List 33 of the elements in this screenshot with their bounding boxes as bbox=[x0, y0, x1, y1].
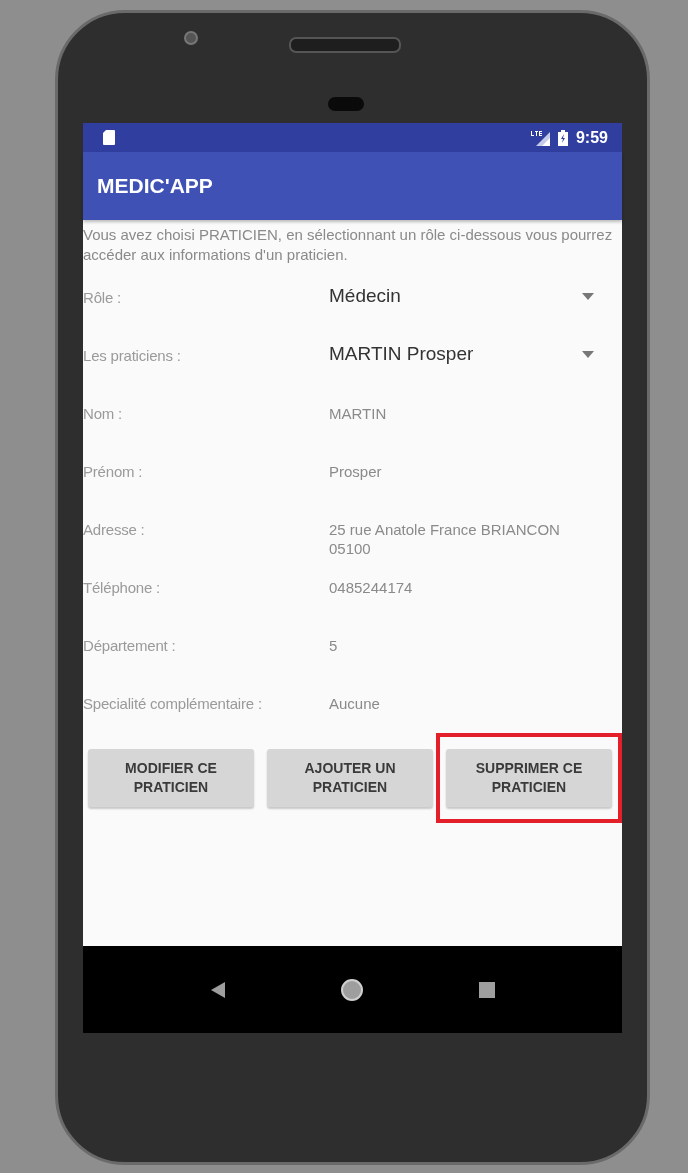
back-icon[interactable] bbox=[210, 981, 225, 998]
sensor-icon bbox=[328, 97, 364, 111]
speaker-icon bbox=[289, 37, 401, 53]
field-label: Specialité complémentaire : bbox=[83, 694, 263, 713]
dropdown-arrow-icon bbox=[582, 292, 594, 300]
field-label: Département : bbox=[83, 636, 177, 655]
field-label: Prénom : bbox=[83, 462, 144, 481]
dropdown[interactable]: Médecin bbox=[329, 284, 622, 308]
field-value: 25 rue Anatole France BRIANCON 05100 bbox=[329, 520, 561, 558]
action-button[interactable]: MODIFIER CE PRATICIEN bbox=[88, 749, 254, 807]
field-value: Prosper bbox=[329, 462, 383, 481]
field-value: Aucune bbox=[329, 694, 381, 713]
sd-card-icon bbox=[103, 130, 115, 145]
battery-icon bbox=[557, 129, 568, 146]
intro-text: Vous avez choisi PRATICIEN, en sélectionnant un rôle ci-dessous vous pourrez accéder aux informations d'un praticien. bbox=[83, 225, 614, 265]
clock: 9:59 bbox=[575, 128, 608, 147]
signal-icon bbox=[529, 129, 550, 146]
field-label: Rôle : bbox=[83, 288, 122, 307]
camera-icon bbox=[184, 31, 198, 45]
field-label: Téléphone : bbox=[83, 578, 162, 597]
app-title: MEDIC'APP bbox=[97, 174, 213, 198]
dropdown[interactable]: MARTIN Prosper bbox=[329, 342, 622, 366]
recents-icon[interactable] bbox=[478, 981, 495, 998]
field-label: Nom : bbox=[83, 404, 123, 423]
field-value: 0485244174 bbox=[329, 578, 414, 597]
field-value: 5 bbox=[329, 636, 339, 655]
field-label: Adresse : bbox=[83, 520, 146, 539]
home-icon[interactable] bbox=[339, 977, 364, 1002]
field-label: Les praticiens : bbox=[83, 346, 182, 365]
action-button[interactable]: SUPPRIMER CE PRATICIEN bbox=[446, 749, 612, 807]
field-value: MARTIN bbox=[329, 404, 388, 423]
action-button[interactable]: AJOUTER UN PRATICIEN bbox=[267, 749, 433, 807]
dropdown-arrow-icon bbox=[582, 350, 594, 358]
